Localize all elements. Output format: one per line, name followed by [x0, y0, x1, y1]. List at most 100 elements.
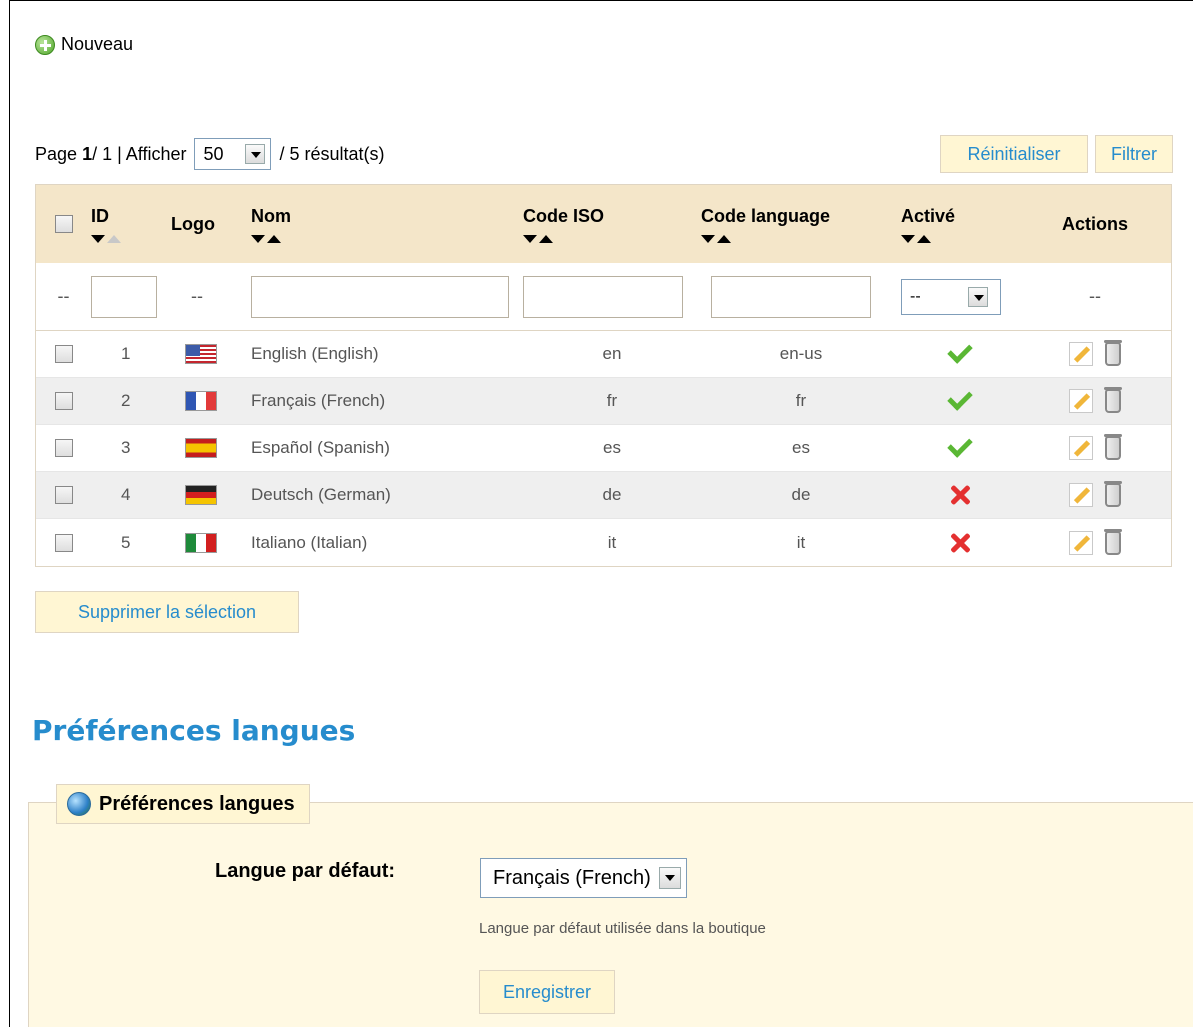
row-actions-cell: [1019, 340, 1171, 366]
row-id-cell: 4: [91, 485, 171, 505]
edit-icon[interactable]: [1069, 389, 1093, 413]
sort-desc-icon[interactable]: [251, 234, 265, 243]
edit-icon[interactable]: [1069, 342, 1093, 366]
row-select-cell: [36, 439, 91, 457]
sort-controls: [91, 234, 121, 243]
save-button[interactable]: Enregistrer: [479, 970, 615, 1014]
sort-controls: [701, 234, 731, 243]
new-language-link[interactable]: Nouveau: [35, 34, 133, 55]
chevron-down-icon[interactable]: [658, 867, 681, 889]
filter-name-input[interactable]: [251, 275, 509, 318]
row-iso: it: [607, 532, 617, 552]
sort-desc-icon[interactable]: [701, 234, 715, 243]
row-checkbox[interactable]: [54, 533, 73, 552]
row-id-cell: 1: [91, 344, 171, 364]
row-lang-code: es: [792, 438, 810, 457]
row-logo-cell: [171, 391, 251, 411]
row-active-cell: [901, 432, 1019, 458]
trash-icon[interactable]: [1104, 387, 1122, 413]
table-body: 1 English (English) en en-us 2 Français (Fren…: [36, 331, 1171, 566]
filter-lang-code-input[interactable]: [711, 275, 871, 318]
table-row: 2 Français (French) fr fr: [36, 378, 1171, 425]
row-iso: en: [602, 344, 622, 363]
row-active-cell: [901, 385, 1019, 411]
default-language-hint: Langue par défaut utilisée dans la bouti…: [479, 920, 766, 937]
chevron-down-icon[interactable]: [245, 144, 266, 164]
row-select-cell: [36, 486, 91, 504]
filter-iso-input[interactable]: [523, 275, 683, 318]
sort-asc-icon[interactable]: [267, 234, 281, 243]
row-checkbox[interactable]: [54, 345, 73, 363]
sort-controls: [901, 234, 931, 243]
trash-icon[interactable]: [1104, 340, 1122, 366]
row-id: 4: [121, 485, 131, 504]
row-iso: de: [602, 485, 622, 504]
per-page-select[interactable]: 50: [194, 138, 272, 170]
preferences-legend: Préférences langues: [56, 784, 310, 824]
select-all-checkbox[interactable]: [54, 215, 73, 233]
filter-active-select[interactable]: --: [901, 278, 1001, 315]
table-header: ID Logo Nom Code ISO Code language Activ…: [36, 185, 1171, 263]
row-id: 1: [121, 344, 131, 363]
row-actions-cell: [1019, 481, 1171, 507]
table-row: 3 Español (Spanish) es es: [36, 425, 1171, 472]
edit-icon[interactable]: [1069, 436, 1093, 460]
header-lang-code: Code language: [701, 206, 901, 243]
row-id-cell: 3: [91, 438, 171, 458]
cross-icon[interactable]: [950, 485, 970, 505]
chevron-down-icon[interactable]: [968, 286, 988, 307]
globe-icon: [67, 792, 91, 816]
filter-iso-cell: [523, 275, 701, 318]
flag-it-icon: [185, 532, 217, 553]
row-lang-code-cell: de: [701, 485, 901, 505]
sort-desc-icon[interactable]: [523, 234, 537, 243]
trash-icon[interactable]: [1104, 434, 1122, 460]
filter-name-cell: [251, 275, 523, 318]
check-icon[interactable]: [947, 385, 973, 411]
cross-icon[interactable]: [950, 533, 970, 553]
sort-asc-icon[interactable]: [917, 234, 931, 243]
per-page-value: 50: [203, 143, 224, 164]
row-logo-cell: [171, 438, 251, 458]
row-checkbox[interactable]: [54, 439, 73, 457]
sort-asc-icon[interactable]: [107, 234, 121, 243]
row-checkbox[interactable]: [54, 486, 73, 504]
edit-icon[interactable]: [1069, 530, 1093, 555]
reset-button[interactable]: Réinitialiser: [940, 135, 1088, 173]
frame-border-top: [9, 0, 1193, 1]
row-iso-cell: es: [523, 438, 701, 458]
row-checkbox[interactable]: [54, 392, 73, 410]
filter-logo-cell: --: [171, 286, 251, 307]
row-iso-cell: it: [523, 533, 701, 553]
filter-placeholder: --: [1089, 286, 1101, 306]
sort-asc-icon[interactable]: [539, 234, 553, 243]
flag-de-icon: [185, 485, 217, 505]
header-iso-label: Code ISO: [523, 205, 605, 226]
header-actions: Actions: [1019, 214, 1171, 235]
header-active: Activé: [901, 206, 1019, 243]
row-active-cell: [901, 485, 1019, 505]
filter-chk-cell: --: [36, 286, 91, 307]
sort-desc-icon[interactable]: [901, 234, 915, 243]
row-name-cell: Italiano (Italian): [251, 533, 523, 553]
delete-selection-button[interactable]: Supprimer la sélection: [35, 591, 299, 633]
default-language-select[interactable]: Français (French): [480, 858, 687, 898]
add-icon: [35, 34, 55, 55]
results-count: / 5 résultat(s): [279, 143, 385, 164]
sort-asc-icon[interactable]: [717, 234, 731, 243]
sort-controls: [523, 234, 553, 243]
pagination: Page 1 / 1 | Afficher 50 / 5 résultat(s): [35, 138, 385, 170]
edit-icon[interactable]: [1069, 483, 1093, 507]
row-lang-code: en-us: [779, 344, 823, 363]
row-select-cell: [36, 392, 91, 410]
trash-icon[interactable]: [1104, 481, 1122, 507]
sort-desc-icon[interactable]: [91, 234, 105, 243]
row-id: 2: [121, 391, 131, 410]
check-icon[interactable]: [947, 432, 973, 458]
trash-icon[interactable]: [1104, 528, 1122, 555]
check-icon[interactable]: [947, 338, 973, 364]
row-id: 5: [121, 532, 131, 552]
filter-id-input[interactable]: [91, 275, 157, 318]
header-iso: Code ISO: [523, 206, 701, 243]
filter-button[interactable]: Filtrer: [1095, 135, 1173, 173]
